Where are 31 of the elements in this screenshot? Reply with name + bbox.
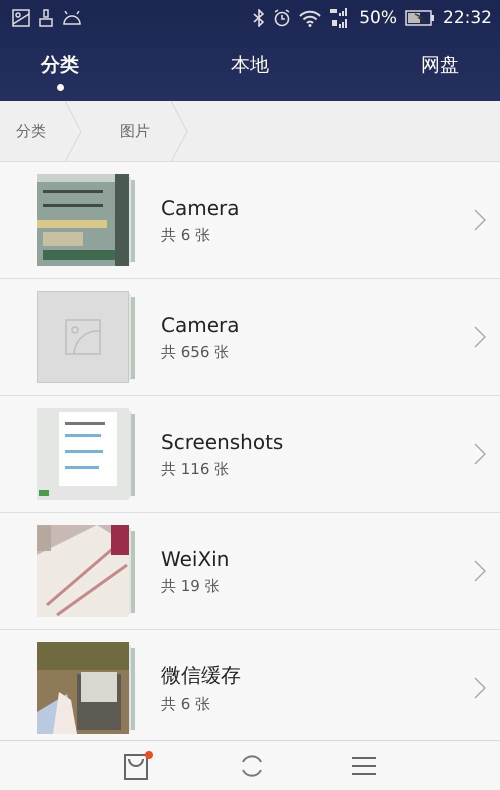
album-name: Screenshots xyxy=(161,430,284,454)
brush-icon xyxy=(38,9,54,27)
tab[interactable]: 分类 xyxy=(0,36,120,101)
wifi-icon xyxy=(299,10,322,26)
menu-icon xyxy=(351,754,377,776)
photo-count: 共 19 张 xyxy=(161,576,221,596)
breadcrumb-item[interactable]: 图片 xyxy=(82,101,170,161)
image-icon xyxy=(65,319,101,355)
chevron-icon xyxy=(474,209,486,231)
chevron-icon xyxy=(474,677,486,699)
alarm-icon xyxy=(273,9,292,27)
clock: 22:32 xyxy=(443,8,492,28)
album-name: WeiXin xyxy=(161,546,230,570)
bluetooth-icon xyxy=(253,9,266,27)
battery-percent: 50% xyxy=(359,8,397,28)
chevron-icon xyxy=(474,443,486,465)
chevron-icon xyxy=(474,560,486,582)
battery-charging-icon xyxy=(405,10,435,26)
photo-count: 共 6 张 xyxy=(161,695,212,714)
gallery-icon xyxy=(12,9,30,27)
breadcrumb-item[interactable]: 分类 xyxy=(0,101,64,161)
tab[interactable]: 网盘 xyxy=(380,36,500,101)
chevron-icon xyxy=(474,326,486,348)
android-icon xyxy=(62,11,82,25)
album-name: Camera xyxy=(161,196,240,220)
tab[interactable]: 本地 xyxy=(120,36,380,101)
album-name: 微信缓存 xyxy=(161,662,242,689)
photo-count: 共 656 张 xyxy=(161,342,230,362)
album-name: Camera xyxy=(161,312,240,336)
photo-count: 共 116 张 xyxy=(161,460,230,478)
photo-count: 共 6 张 xyxy=(161,226,212,244)
